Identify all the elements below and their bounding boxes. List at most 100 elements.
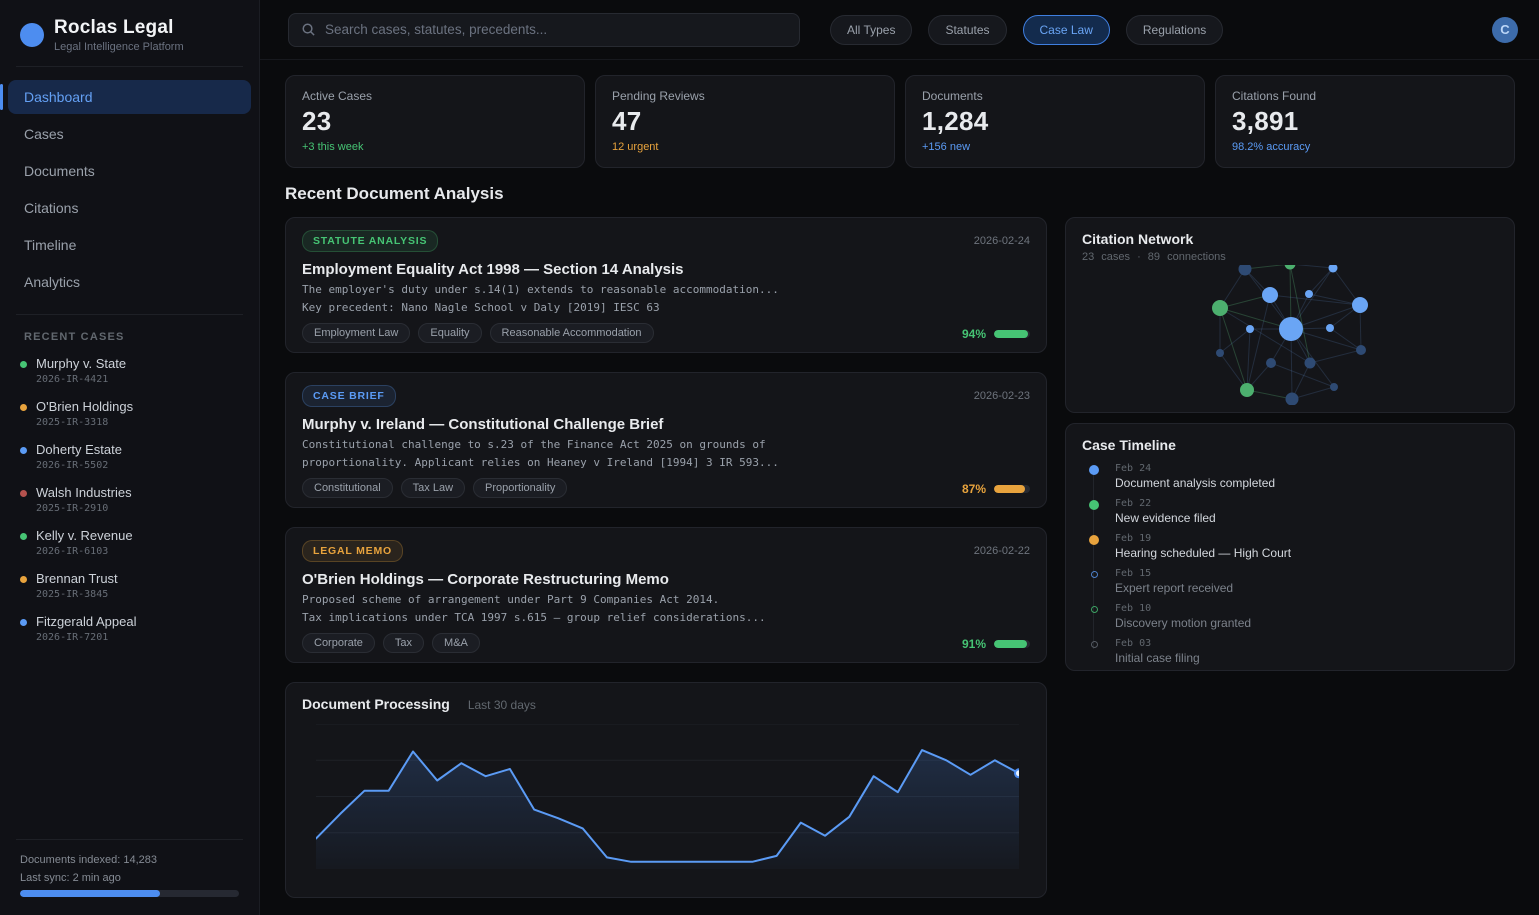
document-card-o-brien-holdings-c[interactable]: LEGAL MEMO2026-02-22O'Brien Holdings — C… (285, 527, 1047, 663)
filter-chip-group: All Types Statutes Case Law Regulations (830, 15, 1223, 45)
case-text: Walsh Industries2025-IR-2910 (36, 485, 132, 514)
recent-case-brennan-trust[interactable]: Brennan Trust2025-IR-3845 (0, 564, 259, 607)
filter-chip-all-types[interactable]: All Types (830, 15, 912, 45)
case-status-dot (20, 404, 27, 411)
network-node (1212, 300, 1228, 316)
recent-case-doherty-estate[interactable]: Doherty Estate2026-IR-5502 (0, 435, 259, 478)
case-timeline-title: Case Timeline (1082, 437, 1498, 453)
tag-constitutional[interactable]: Constitutional (302, 478, 393, 498)
timeline-text: Feb 10Discovery motion granted (1115, 603, 1251, 630)
timeline-event: Feb 24Document analysis completed (1082, 463, 1498, 490)
doc-progress-bar (994, 485, 1030, 493)
case-id: 2026-IR-7201 (36, 632, 136, 643)
search-box[interactable] (288, 13, 800, 47)
doc-progress: 94% (962, 327, 1030, 341)
doc-excerpt-line: The employer's duty under s.14(1) extend… (302, 283, 1030, 296)
tag-reasonable-accommodation[interactable]: Reasonable Accommodation (490, 323, 654, 343)
case-status-dot (20, 576, 27, 583)
tag-proportionality[interactable]: Proportionality (473, 478, 567, 498)
network-edge (1245, 265, 1290, 269)
network-node (1216, 349, 1224, 357)
network-node (1305, 290, 1313, 298)
sidebar-item-documents[interactable]: Documents (8, 154, 251, 188)
app-title: Roclas Legal (54, 17, 184, 39)
doc-progress-fill (994, 330, 1028, 338)
timeline-event: Feb 22 New evidence filed (1082, 498, 1498, 525)
network-edge (1310, 350, 1361, 363)
timeline-list: Feb 24Document analysis completed Feb 22 N… (1082, 463, 1498, 665)
sync-progress-fill (20, 890, 160, 897)
stats-row: Active Cases23+3 this weekPending Review… (285, 75, 1515, 168)
doc-card-header: STATUTE ANALYSIS2026-02-24 (302, 230, 1030, 252)
doc-progress-percent: 94% (962, 327, 986, 341)
doc-excerpt-line: Tax implications under TCA 1997 s.615 — … (302, 611, 1030, 624)
recent-case-o-brien-holdings[interactable]: O'Brien Holdings2025-IR-3318 (0, 392, 259, 435)
timeline-label: New evidence filed (1115, 511, 1216, 525)
citation-network-subtitle: 23 cases · 89 connections (1082, 251, 1498, 263)
sidebar-item-analytics[interactable]: Analytics (8, 265, 251, 299)
timeline-event: Feb 15Expert report received (1082, 568, 1498, 595)
citation-network-card: Citation Network 23 cases · 89 connectio… (1065, 217, 1515, 413)
tag-employment-law[interactable]: Employment Law (302, 323, 410, 343)
sidebar-item-cases[interactable]: Cases (8, 117, 251, 151)
sync-progress-bar (20, 890, 239, 897)
search-input[interactable] (325, 22, 787, 37)
network-node (1352, 297, 1368, 313)
network-node (1285, 265, 1296, 270)
doc-type-badge: CASE BRIEF (302, 385, 396, 407)
chart-subtitle: Last 30 days (468, 698, 536, 712)
stat-label: Citations Found (1232, 89, 1498, 103)
last-sync-text: Last sync: 2 min ago (20, 872, 239, 884)
filter-chip-case-law[interactable]: Case Law (1023, 15, 1110, 45)
document-card-employment-equality[interactable]: STATUTE ANALYSIS2026-02-24Employment Equ… (285, 217, 1047, 353)
sidebar-item-timeline[interactable]: Timeline (8, 228, 251, 262)
tag-tax[interactable]: Tax (383, 633, 424, 653)
timeline-date: Feb 22 (1115, 498, 1216, 509)
doc-progress-fill (994, 640, 1027, 648)
network-edge (1270, 295, 1360, 305)
case-text: Fitzgerald Appeal2026-IR-7201 (36, 614, 136, 643)
timeline-label: Hearing scheduled — High Court (1115, 546, 1291, 560)
timeline-dot (1091, 606, 1098, 613)
doc-title: O'Brien Holdings — Corporate Restructuri… (302, 571, 1030, 588)
timeline-dot (1091, 641, 1098, 648)
tag-tax-law[interactable]: Tax Law (401, 478, 465, 498)
case-id: 2026-IR-4421 (36, 374, 126, 385)
user-avatar[interactable]: C (1492, 17, 1518, 43)
documents-column: STATUTE ANALYSIS2026-02-24Employment Equ… (285, 217, 1047, 898)
case-text: Kelly v. Revenue2026-IR-6103 (36, 528, 133, 557)
stat-label: Pending Reviews (612, 89, 878, 103)
network-edge (1220, 308, 1247, 390)
chart-area (316, 750, 1019, 869)
case-status-dot (20, 533, 27, 540)
network-node (1262, 287, 1278, 303)
stat-card-documents: Documents1,284+156 new (905, 75, 1205, 168)
case-status-dot (20, 447, 27, 454)
filter-chip-statutes[interactable]: Statutes (928, 15, 1006, 45)
document-card-murphy-v-ireland[interactable]: CASE BRIEF2026-02-23Murphy v. Ireland — … (285, 372, 1047, 508)
brand-text: Roclas Legal Legal Intelligence Platform (54, 17, 184, 53)
tag-equality[interactable]: Equality (418, 323, 481, 343)
recent-case-murphy-v-state[interactable]: Murphy v. State2026-IR-4421 (0, 349, 259, 392)
doc-title: Murphy v. Ireland — Constitutional Chall… (302, 416, 1030, 433)
timeline-dot-column (1082, 603, 1106, 630)
recent-case-walsh-industries[interactable]: Walsh Industries2025-IR-2910 (0, 478, 259, 521)
network-edge (1290, 265, 1333, 268)
case-text: Doherty Estate2026-IR-5502 (36, 442, 122, 471)
network-node (1286, 393, 1299, 406)
sidebar-item-citations[interactable]: Citations (8, 191, 251, 225)
sidebar-footer: Documents indexed: 14,283 Last sync: 2 m… (0, 839, 259, 915)
sidebar-item-dashboard[interactable]: Dashboard (8, 80, 251, 114)
timeline-text: Feb 19Hearing scheduled — High Court (1115, 533, 1291, 560)
recent-case-kelly-v-revenue[interactable]: Kelly v. Revenue2026-IR-6103 (0, 521, 259, 564)
filter-chip-regulations[interactable]: Regulations (1126, 15, 1223, 45)
timeline-date: Feb 10 (1115, 603, 1251, 614)
tag-corporate[interactable]: Corporate (302, 633, 375, 653)
case-timeline-card: Case Timeline Feb 24Document analysis co… (1065, 423, 1515, 671)
stat-card-pending-reviews: Pending Reviews4712 urgent (595, 75, 895, 168)
tag-m-a[interactable]: M&A (432, 633, 480, 653)
timeline-dot (1089, 465, 1099, 475)
network-edge (1220, 329, 1250, 353)
recent-case-fitzgerald-appeal[interactable]: Fitzgerald Appeal2026-IR-7201 (0, 607, 259, 650)
citation-network-graph[interactable] (1082, 265, 1500, 405)
